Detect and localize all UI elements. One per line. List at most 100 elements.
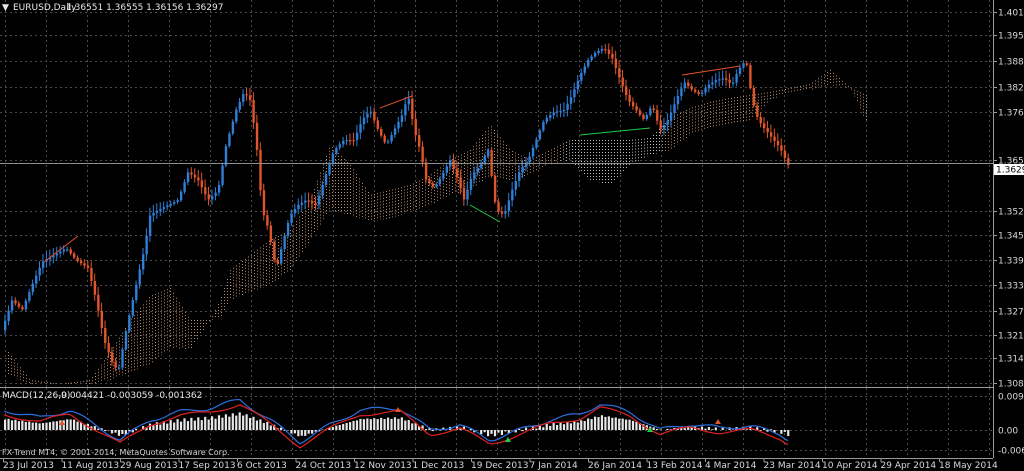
candle-body [580,72,583,81]
candle-body [635,106,638,111]
candle-body [259,149,262,191]
candle-body [228,133,231,147]
candle-body [511,189,514,201]
candle-body [487,150,490,157]
candle-body [117,367,121,369]
candle-body [687,82,690,87]
candle-body [90,267,93,281]
candle-body [331,153,335,165]
candle-body [500,211,504,214]
candle-body [649,108,652,115]
macd-histogram-bar [204,416,207,430]
candle-body [380,129,383,136]
candle-body [611,53,614,59]
macd-histogram-bar [390,418,393,430]
candle-body [59,251,62,254]
trading-chart[interactable]: 1.36297 ▼ EURUSD,Daily 1.36551 1.36555 1… [0,0,1024,471]
candle-body [756,105,759,117]
candle-body [559,110,562,112]
candle-body [600,49,604,51]
candle-body [173,201,176,204]
candle-body [69,249,72,254]
candle-body [431,183,435,187]
candle-body [759,117,762,124]
candle-body [562,110,566,112]
time-label: 13 Feb 2014 [647,461,703,471]
candle-body [642,114,645,120]
candle-body [535,139,538,148]
candle-body [683,82,687,89]
time-label: 10 Apr 2014 [822,461,878,471]
macd-histogram-bar [135,428,138,430]
macd-histogram-bar [52,421,55,430]
candle-body [159,208,162,211]
macd-histogram-bar [366,418,369,430]
macd-histogram-bar [235,415,238,430]
candle-body [142,254,145,270]
macd-histogram-bar [559,422,562,430]
candle-body [656,110,659,121]
macd-histogram-bar [500,430,503,436]
price-label: 1.39520 [998,32,1024,42]
candle-body [545,117,549,122]
macd-histogram-bar [55,421,58,430]
macd-histogram-bar [97,428,100,430]
macd-histogram-bar [280,427,283,430]
macd-histogram-bar [628,419,631,430]
macd-histogram-bar [707,427,710,430]
candle-body [673,104,676,113]
candle-body [704,88,707,93]
candle-body [407,98,411,105]
candle-body [607,49,611,54]
candle-body [707,84,711,89]
candle-body [773,136,776,141]
macd-histogram-bar [259,419,262,430]
candle-body [631,101,635,107]
candle-body [124,331,128,350]
macd-histogram-bar [545,424,548,430]
macd-histogram-bar [369,419,372,430]
macd-histogram-bar [31,422,34,430]
candle-body [276,260,279,264]
candle-body [342,140,345,145]
macd-histogram-bar [573,420,576,430]
candle-body [266,215,269,226]
macd-histogram-bar [787,430,790,437]
candle-body [221,165,224,185]
macd-histogram-bar [183,418,186,430]
macd-histogram-bar [542,427,545,430]
candle-body [452,160,455,169]
candle-body [355,132,359,140]
macd-histogram-bar [242,415,245,430]
macd-histogram-bar [621,418,624,430]
macd-histogram-bar [483,430,486,433]
candle-body [28,292,31,301]
candle-body [183,182,186,192]
macd-histogram-bar [331,426,334,430]
candle-body [711,82,714,85]
candle-body [293,209,297,214]
candle-body [55,253,59,256]
candle-body [110,352,114,362]
time-label: 7 Jan 2014 [530,461,578,471]
time-label: 12 Nov 2013 [354,461,412,471]
candle-body [317,195,321,205]
macd-histogram-bar [193,420,196,430]
candle-body [604,49,607,51]
chart-menu-icon[interactable]: ▼ [2,3,9,13]
candle-body [62,249,66,252]
macd-histogram-bar [769,429,773,430]
macd-histogram-bar [110,430,114,434]
macd-histogram-bar [355,420,359,430]
time-label: 18 May 2014 [939,461,998,471]
time-label: 19 Dec 2013 [471,461,529,471]
candle-body [255,122,259,150]
candle-body [728,79,731,83]
price-label: 1.37675 [998,109,1024,119]
candle-body [238,101,241,110]
candle-body [169,203,172,206]
price-label: 1.32120 [998,332,1024,342]
candle-body [338,144,342,148]
macd-histogram-bar [397,418,400,430]
candle-body [307,200,310,202]
